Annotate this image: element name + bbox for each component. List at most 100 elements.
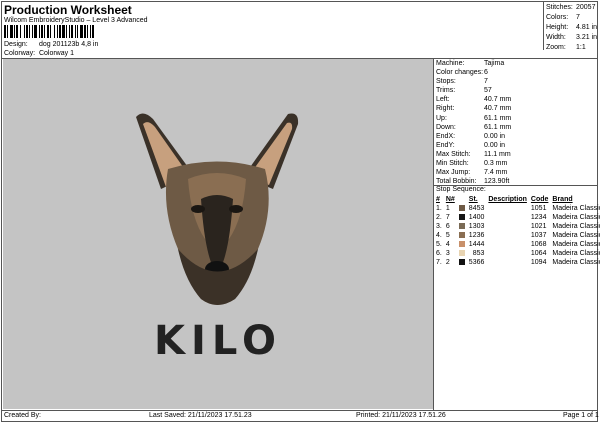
col-swatch bbox=[457, 195, 467, 204]
col-num: # bbox=[436, 196, 440, 203]
created-by: Created By: bbox=[4, 412, 41, 419]
row-code: 1021 bbox=[530, 223, 547, 230]
info-value: 57 bbox=[484, 87, 492, 95]
info-value: 40.7 mm bbox=[484, 105, 512, 113]
info-row: Max Stitch: 11.1 mm bbox=[436, 150, 596, 159]
barcode bbox=[4, 25, 144, 38]
col-code: Code bbox=[530, 196, 549, 203]
row-code: 1094 bbox=[530, 259, 547, 266]
height-row: Height: 4.81 in bbox=[546, 23, 597, 33]
row-num: 1. bbox=[436, 205, 442, 212]
color-swatch bbox=[457, 258, 467, 267]
width-value: 3.21 in bbox=[576, 34, 598, 41]
info-value: 0.3 mm bbox=[484, 160, 508, 168]
info-value: 7.4 mm bbox=[484, 169, 508, 177]
stitches-label: Stitches: bbox=[546, 4, 573, 11]
zoom-row: Zoom: 1:1 bbox=[546, 43, 597, 53]
col-needle: N# bbox=[445, 196, 455, 203]
row-stitches: 5366 bbox=[468, 259, 485, 266]
row-needle: 6 bbox=[445, 223, 450, 230]
row-description bbox=[486, 213, 529, 222]
info-label: Stops: bbox=[436, 78, 456, 86]
row-brand: Madeira Classic 40 bbox=[552, 241, 600, 248]
info-label: Max Stitch: bbox=[436, 150, 471, 158]
height-label: Height: bbox=[546, 24, 569, 31]
row-description bbox=[486, 240, 529, 249]
table-row: 7.2 5366 1094 Madeira Classic 40 bbox=[434, 258, 600, 267]
last-saved: Last Saved: 21/11/2023 17.51.23 bbox=[149, 412, 252, 419]
colorway-label: Colorway: bbox=[4, 50, 36, 57]
info-value: Tajima bbox=[484, 60, 505, 67]
color-swatch bbox=[457, 204, 467, 213]
info-row: Up: 61.1 mm bbox=[436, 114, 596, 123]
row-description bbox=[486, 249, 529, 258]
color-swatch bbox=[457, 222, 467, 231]
row-code: 1064 bbox=[530, 250, 547, 257]
row-num: 2. bbox=[436, 214, 442, 221]
color-swatch bbox=[457, 213, 467, 222]
height-value: 4.81 in bbox=[576, 24, 598, 31]
col-stitches: St. bbox=[468, 196, 478, 203]
row-brand: Madeira Classic 40 bbox=[552, 232, 600, 239]
row-stitches: 8453 bbox=[468, 205, 485, 212]
stitches-value: 20057 bbox=[576, 4, 596, 11]
row-stitches: 853 bbox=[472, 250, 485, 257]
info-value: 0.00 in bbox=[484, 132, 506, 140]
stop-sequence-header-row: # N# St. Description Code Brand bbox=[434, 195, 600, 204]
info-value: 40.7 mm bbox=[484, 96, 512, 104]
row-needle: 2 bbox=[445, 259, 450, 266]
row-brand: Madeira Classic 40 bbox=[552, 223, 600, 230]
row-description bbox=[486, 258, 529, 267]
table-row: 5.4 1444 1068 Madeira Classic 40 bbox=[434, 240, 600, 249]
row-num: 3. bbox=[436, 223, 442, 230]
stop-sequence-table: # N# St. Description Code Brand 1. 1 8453 1… bbox=[434, 195, 600, 267]
row-num: 5. bbox=[436, 241, 442, 248]
embroidered-name: KILO bbox=[154, 318, 282, 364]
info-label: EndX: bbox=[436, 132, 456, 140]
row-brand: Madeira Classic 40 bbox=[552, 205, 600, 212]
row-needle: 1 bbox=[445, 205, 450, 212]
colorway-value: Colorway 1 bbox=[38, 50, 74, 57]
info-label: Color changes: bbox=[436, 69, 484, 77]
col-description: Description bbox=[488, 196, 527, 203]
color-swatch bbox=[457, 231, 467, 240]
info-label: Left: bbox=[436, 96, 450, 104]
info-row: EndX: 0.00 in bbox=[436, 132, 596, 141]
printed-date: Printed: 21/11/2023 17.51.26 bbox=[356, 412, 446, 419]
colors-row: Colors: 7 bbox=[546, 13, 597, 23]
info-label: EndY: bbox=[436, 141, 455, 149]
stop-sequence-heading: Stop Sequence: bbox=[436, 186, 486, 193]
info-value: 11.1 mm bbox=[484, 150, 511, 158]
table-row: 2.7 1400 1234 Madeira Classic 40 bbox=[434, 213, 600, 222]
table-row: 4.5 1236 1037 Madeira Classic 40 bbox=[434, 231, 600, 240]
row-needle: 4 bbox=[445, 241, 450, 248]
info-value: 6 bbox=[484, 69, 488, 77]
info-row: Color changes:6 bbox=[436, 68, 596, 77]
info-value: 0.00 in bbox=[484, 141, 506, 149]
machine-info: Machine: Tajima Color changes:6 Stops: 7 Trim… bbox=[436, 59, 596, 186]
row-num: 6. bbox=[436, 250, 442, 257]
info-row: Down: 61.1 mm bbox=[436, 123, 596, 132]
row-brand: Madeira Classic 40 bbox=[552, 250, 600, 257]
info-row: EndY: 0.00 in bbox=[436, 141, 596, 150]
row-brand: Madeira Classic 40 bbox=[552, 259, 600, 266]
page-number: Page 1 of 1 bbox=[563, 412, 599, 419]
row-needle: 5 bbox=[445, 232, 450, 239]
row-description bbox=[486, 231, 529, 240]
right-eye bbox=[229, 205, 243, 213]
row-code: 1037 bbox=[530, 232, 547, 239]
width-row: Width: 3.21 in bbox=[546, 33, 597, 43]
summary-panel: Stitches: 20057 Colors: 7 Height: 4.81 in W… bbox=[546, 3, 597, 53]
info-row: Min Stitch: 0.3 mm bbox=[436, 159, 596, 168]
table-row: 6.3 853 1064 Madeira Classic 40 bbox=[434, 249, 600, 258]
info-row: Max Jump: 7.4 mm bbox=[436, 168, 596, 177]
row-num: 7. bbox=[436, 259, 442, 266]
info-label: Max Jump: bbox=[436, 169, 471, 177]
row-stitches: 1400 bbox=[468, 214, 485, 221]
footer-divider bbox=[1, 410, 598, 411]
row-code: 1068 bbox=[530, 241, 547, 248]
info-value: 61.1 mm bbox=[484, 114, 512, 122]
info-label: Up: bbox=[436, 114, 447, 122]
design-label: Design: bbox=[4, 41, 28, 48]
info-row: Machine: Tajima bbox=[436, 59, 596, 68]
